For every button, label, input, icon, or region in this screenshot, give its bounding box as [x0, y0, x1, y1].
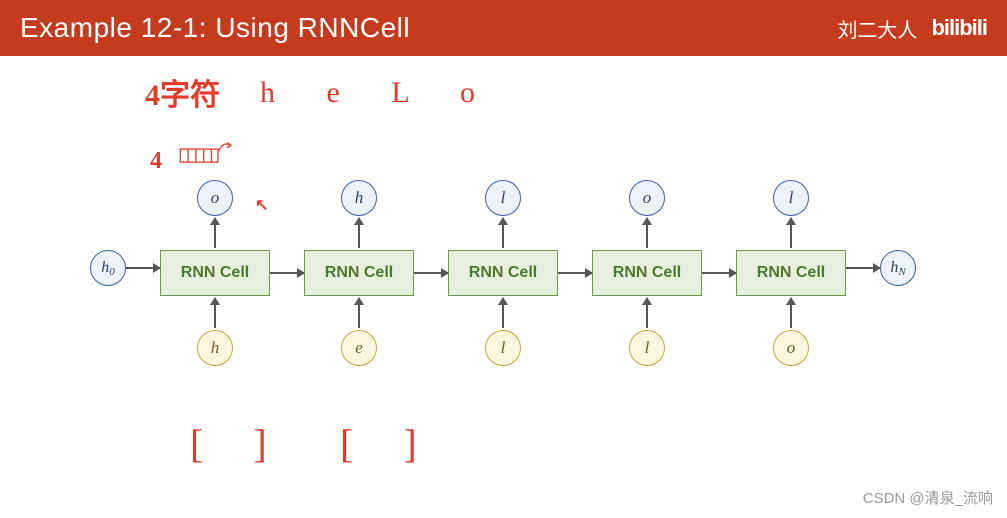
slide-header: Example 12-1: Using RNNCell 刘二大人 bilibil… [0, 0, 1007, 56]
output-node: l [485, 180, 521, 216]
output-node: h [341, 180, 377, 216]
output-node: o [629, 180, 665, 216]
header-right: 刘二大人 bilibili [837, 14, 987, 43]
handwritten-letters: h e L o [260, 76, 497, 110]
handwritten-bracket-2: [ ] [340, 420, 437, 467]
handwritten-vector-box [175, 140, 235, 166]
input-node: l [485, 330, 521, 366]
handwritten-four: 4 [150, 148, 162, 175]
arrow-up-icon [790, 218, 792, 248]
rnn-unit-4: l RNN Cell o [736, 180, 846, 366]
arrow-up-icon [358, 218, 360, 248]
h-start-sub: 0 [109, 266, 115, 278]
h-end-node: hN [880, 250, 916, 286]
h-end-sub: N [898, 266, 905, 278]
rnn-cell: RNN Cell [592, 250, 702, 296]
arrow-up-icon [214, 298, 216, 328]
slide-title: Example 12-1: Using RNNCell [20, 12, 410, 44]
rnn-unit-3: o RNN Cell l [592, 180, 702, 366]
input-node: l [629, 330, 665, 366]
rnn-cell: RNN Cell [448, 250, 558, 296]
arrow-up-icon [646, 298, 648, 328]
arrow-up-icon [502, 218, 504, 248]
bilibili-logo: bilibili [931, 15, 987, 41]
rnn-unit-0: o RNN Cell h [160, 180, 270, 366]
arrow-up-icon [502, 298, 504, 328]
h-start-node: h0 [90, 250, 126, 286]
arrow-up-icon [214, 218, 216, 248]
arrow-up-icon [646, 218, 648, 248]
arrow-right-icon [126, 267, 160, 269]
rnn-unit-2: l RNN Cell l [448, 180, 558, 366]
input-node: h [197, 330, 233, 366]
rnn-cell: RNN Cell [304, 250, 414, 296]
arrow-right-icon [414, 272, 448, 274]
h-start-symbol: h [101, 259, 109, 277]
arrow-right-icon [270, 272, 304, 274]
input-node: o [773, 330, 809, 366]
arrow-up-icon [358, 298, 360, 328]
output-node: o [197, 180, 233, 216]
arrow-right-icon [558, 272, 592, 274]
watermark: CSDN @清泉_流响 [863, 487, 993, 508]
handwritten-bracket-1: [ ] [190, 420, 287, 467]
output-node: l [773, 180, 809, 216]
arrow-up-icon [790, 298, 792, 328]
rnn-cell: RNN Cell [736, 250, 846, 296]
arrow-right-icon [702, 272, 736, 274]
handwritten-label-chars: 4字符 [145, 70, 220, 114]
author-name: 刘二大人 [837, 14, 917, 43]
h-start-group: h0 [90, 250, 160, 286]
h-end-group: hN [846, 250, 916, 286]
arrow-right-icon [846, 267, 880, 269]
input-node: e [341, 330, 377, 366]
rnn-unit-1: h RNN Cell e [304, 180, 414, 366]
rnn-cell: RNN Cell [160, 250, 270, 296]
rnn-diagram: h0 o RNN Cell h h RNN Cell e l RNN Cell … [90, 180, 970, 420]
